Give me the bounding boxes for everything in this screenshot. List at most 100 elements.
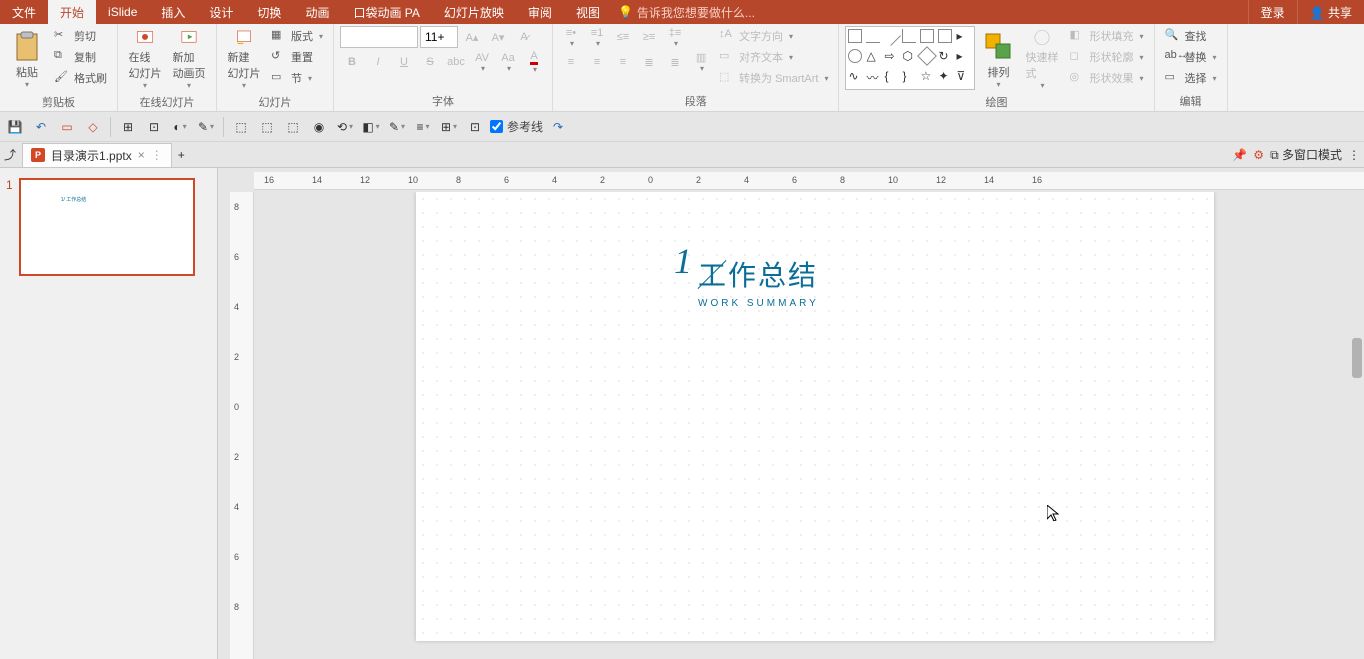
shape-fill-button[interactable]: ◧形状填充 bbox=[1065, 26, 1147, 46]
multi-window-button[interactable]: ⧉ 多窗口模式 bbox=[1270, 146, 1342, 163]
shape-rect2-icon[interactable] bbox=[920, 29, 934, 43]
doctab-back-button[interactable]: ⤴ bbox=[4, 146, 16, 163]
qat-btn-5[interactable]: ⬚ bbox=[230, 116, 252, 138]
increase-indent-button[interactable]: ≥≡ bbox=[637, 26, 661, 48]
shape-hex-icon[interactable]: ⬡ bbox=[902, 49, 916, 63]
font-family-combobox[interactable] bbox=[340, 26, 418, 48]
shape-connector-icon[interactable] bbox=[902, 29, 916, 43]
align-left-button[interactable]: ≡ bbox=[559, 51, 583, 73]
distribute-button[interactable]: ≣ bbox=[663, 51, 687, 73]
login-button[interactable]: 登录 bbox=[1248, 0, 1297, 25]
guides-checkbox[interactable] bbox=[490, 120, 503, 133]
qat-btn-1[interactable]: ⊞ bbox=[117, 116, 139, 138]
shape-oval-icon[interactable] bbox=[848, 49, 862, 63]
shape-free-icon[interactable]: 〰 bbox=[866, 69, 880, 83]
tab-transitions[interactable]: 切换 bbox=[245, 0, 293, 25]
online-slide-button[interactable]: 在线 幻灯片▾ bbox=[124, 26, 166, 92]
qat-btn-12[interactable]: ≡ bbox=[412, 116, 434, 138]
tell-me-search[interactable]: 💡 告诉我您想要做什么... bbox=[618, 4, 755, 21]
tab-view[interactable]: 视图 bbox=[564, 0, 612, 25]
bold-button[interactable]: B bbox=[340, 51, 364, 73]
shape-more3-icon[interactable]: ⊽ bbox=[956, 69, 970, 83]
slide-thumbnail-1[interactable]: 1/ 工作总结 bbox=[19, 178, 195, 276]
redo-button[interactable]: ↷ bbox=[547, 116, 569, 138]
qat-btn-7[interactable]: ⬚ bbox=[282, 116, 304, 138]
shape-brace-icon[interactable]: { bbox=[884, 69, 898, 83]
slide-title-group[interactable]: 1 工作总结 WORK SUMMARY bbox=[698, 254, 819, 309]
columns-button[interactable]: ▥ bbox=[689, 51, 713, 73]
tab-islide[interactable]: iSlide bbox=[96, 1, 149, 23]
tab-home[interactable]: 开始 bbox=[48, 0, 96, 25]
guides-checkbox-wrap[interactable]: 参考线 bbox=[490, 118, 543, 135]
strikethrough-button[interactable]: S bbox=[418, 51, 442, 73]
document-tab[interactable]: P 目录演示1.pptx × ⋮ bbox=[22, 143, 172, 167]
find-button[interactable]: 🔍查找 bbox=[1161, 26, 1221, 46]
change-case-button[interactable]: Aa bbox=[496, 51, 520, 73]
italic-button[interactable]: I bbox=[366, 51, 390, 73]
qat-btn-2[interactable]: ⊡ bbox=[143, 116, 165, 138]
undo-button[interactable]: ↶ bbox=[30, 116, 52, 138]
thumbnail-panel[interactable]: 1 1/ 工作总结 bbox=[0, 168, 218, 659]
canvas-viewport[interactable]: 1 工作总结 WORK SUMMARY bbox=[254, 192, 1364, 659]
shape-star-icon[interactable]: ☆ bbox=[920, 69, 934, 83]
bullets-button[interactable]: ≡• bbox=[559, 26, 583, 48]
convert-smartart-button[interactable]: ⬚转换为 SmartArt bbox=[715, 68, 832, 88]
select-button[interactable]: ▭选择 bbox=[1161, 68, 1221, 88]
qat-btn-9[interactable]: ⟲ bbox=[334, 116, 356, 138]
qat-btn-4[interactable]: ✎ bbox=[195, 116, 217, 138]
shape-line2-icon[interactable] bbox=[882, 26, 902, 46]
shape-arrow-icon[interactable]: ⇨ bbox=[884, 49, 898, 63]
decrease-font-button[interactable]: A▾ bbox=[486, 26, 510, 48]
char-spacing-button[interactable]: AV bbox=[470, 51, 494, 73]
clear-format-button[interactable]: A̷ bbox=[512, 26, 536, 48]
qat-btn-3[interactable]: ◐ bbox=[169, 116, 191, 138]
shape-tri-icon[interactable]: △ bbox=[866, 49, 880, 63]
decrease-indent-button[interactable]: ≤≡ bbox=[611, 26, 635, 48]
paste-button[interactable]: 粘贴 ▾ bbox=[6, 26, 48, 92]
shadow-button[interactable]: abc bbox=[444, 51, 468, 73]
qat-shape-button[interactable]: ◇ bbox=[82, 116, 104, 138]
new-tab-button[interactable]: + bbox=[178, 148, 185, 162]
tab-insert[interactable]: 插入 bbox=[149, 0, 197, 25]
tab-review[interactable]: 审阅 bbox=[516, 0, 564, 25]
horizontal-ruler[interactable]: 1614121086420246810121416 bbox=[254, 172, 1364, 190]
tab-design[interactable]: 设计 bbox=[197, 0, 245, 25]
shape-brace2-icon[interactable]: } bbox=[902, 69, 916, 83]
tab-pa[interactable]: 口袋动画 PA bbox=[341, 0, 431, 25]
quick-styles-button[interactable]: 快速样式▾ bbox=[1021, 26, 1063, 92]
qat-slide-icon-button[interactable]: ▭ bbox=[56, 116, 78, 138]
copy-button[interactable]: ⧉复制 bbox=[50, 47, 111, 67]
section-button[interactable]: ▭节 bbox=[267, 68, 327, 88]
qat-btn-10[interactable]: ◧ bbox=[360, 116, 382, 138]
more-icon[interactable]: ⋮ bbox=[1348, 148, 1360, 162]
save-button[interactable]: 💾 bbox=[4, 116, 26, 138]
reset-button[interactable]: ↺重置 bbox=[267, 47, 327, 67]
shape-more2-icon[interactable]: ▸ bbox=[956, 49, 970, 63]
shapes-gallery[interactable]: ▸ △ ⇨ ⬡ ↻ ▸ ∿ 〰 { } ☆ ✦ ⊽ bbox=[845, 26, 975, 90]
shape-rect3-icon[interactable] bbox=[938, 29, 952, 43]
shape-outline-button[interactable]: ◻形状轮廓 bbox=[1065, 47, 1147, 67]
shape-arrow2-icon[interactable]: ↻ bbox=[938, 49, 952, 63]
shape-more1-icon[interactable]: ▸ bbox=[956, 29, 970, 43]
slide-canvas[interactable]: 1 工作总结 WORK SUMMARY bbox=[416, 192, 1214, 641]
tab-menu-icon[interactable]: ⋮ bbox=[151, 148, 163, 162]
font-size-combobox[interactable] bbox=[420, 26, 458, 48]
align-text-button[interactable]: ▭对齐文本 bbox=[715, 47, 832, 67]
shape-rect-icon[interactable] bbox=[848, 29, 862, 43]
tab-file[interactable]: 文件 bbox=[0, 0, 48, 25]
text-direction-button[interactable]: ↕A文字方向 bbox=[715, 26, 832, 46]
settings-button[interactable]: ⚙ bbox=[1253, 148, 1264, 162]
vertical-ruler[interactable]: 864202468 bbox=[230, 192, 254, 659]
close-tab-button[interactable]: × bbox=[138, 148, 145, 162]
font-color-button[interactable]: A bbox=[522, 51, 546, 73]
layout-button[interactable]: ▦版式 bbox=[267, 26, 327, 46]
qat-btn-6[interactable]: ⬚ bbox=[256, 116, 278, 138]
shape-line-icon[interactable] bbox=[866, 29, 880, 43]
new-slide-button[interactable]: 新建 幻灯片▾ bbox=[223, 26, 265, 92]
shape-callout-icon[interactable]: ✦ bbox=[938, 69, 952, 83]
qat-btn-14[interactable]: ⊡ bbox=[464, 116, 486, 138]
shape-effects-button[interactable]: ◎形状效果 bbox=[1065, 68, 1147, 88]
format-painter-button[interactable]: 🖌格式刷 bbox=[50, 68, 111, 88]
new-anim-page-button[interactable]: 新加 动画页▾ bbox=[168, 26, 210, 92]
align-right-button[interactable]: ≡ bbox=[611, 51, 635, 73]
